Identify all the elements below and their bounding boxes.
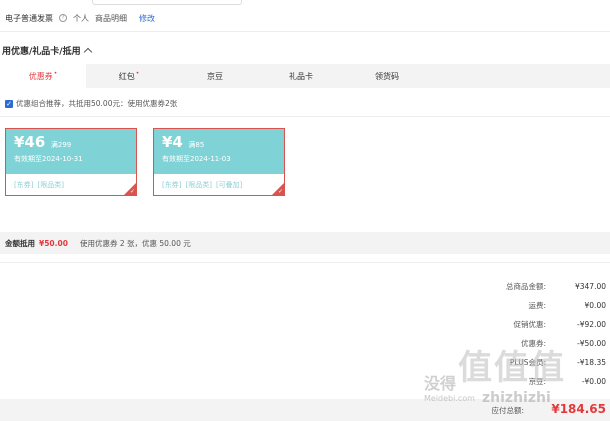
discount-label: 金额抵用 xyxy=(5,238,35,248)
discount-summary-bar: 金额抵用 ¥50.00 使用优惠券 2 张，优惠 50.00 元 xyxy=(0,232,610,254)
summary-value: -¥92.00 xyxy=(577,320,606,329)
coupon-tag: [东券] xyxy=(14,181,34,189)
invoice-type-label: 电子普通发票 xyxy=(5,13,53,23)
summary-value: -¥0.00 xyxy=(581,377,606,386)
chevron-up-icon[interactable] xyxy=(83,47,92,57)
discount-section-title: 用优惠/礼品卡/抵用 xyxy=(2,47,81,57)
summary-row: 总商品金额: ¥347.00 xyxy=(406,277,606,296)
invoice-detail: 商品明细 xyxy=(95,13,127,23)
combo-text: 优惠组合推荐，共抵用50.00元：使用优惠券2张 xyxy=(16,99,178,108)
coupon-tags: [东券] [限品类] [可叠加] xyxy=(154,174,284,196)
discount-section-header[interactable]: 用优惠/礼品卡/抵用 xyxy=(2,44,92,57)
coupon-amount: ¥4 xyxy=(162,133,183,151)
check-icon: ✓ xyxy=(129,188,135,195)
invoice-row: 电子普通发票 ? 个人 商品明细 修改 xyxy=(5,12,155,24)
coupon-tag: [限品类] xyxy=(37,181,64,189)
summary-key: 运费: xyxy=(528,301,546,310)
summary-row: 促销优惠: -¥92.00 xyxy=(406,315,606,334)
tab-label: 领货码 xyxy=(375,71,399,81)
discount-desc: 使用优惠券 2 张，优惠 50.00 元 xyxy=(79,238,191,248)
coupon-tag: [东券] xyxy=(162,181,182,189)
divider xyxy=(0,31,610,32)
invoice-personal: 个人 xyxy=(73,13,89,23)
divider xyxy=(0,262,610,263)
tab-label: 京豆 xyxy=(207,71,223,81)
tab-label: 红包 xyxy=(118,71,135,81)
tab-pickup-code[interactable]: 领货码 xyxy=(344,64,430,88)
check-icon: ✓ xyxy=(277,188,283,195)
discount-amount: ¥50.00 xyxy=(39,238,68,248)
coupon-condition: 满299 xyxy=(50,141,72,149)
summary-value: ¥0.00 xyxy=(584,301,606,310)
coupon-card[interactable]: ¥4 满85 有效期至2024-11-03 [东券] [限品类] [可叠加] ✓ xyxy=(153,128,285,196)
tab-label: 优惠券 xyxy=(28,71,53,81)
coupon-validity: 有效期至2024-10-31 xyxy=(14,155,83,163)
summary-key: 优惠券: xyxy=(520,339,546,348)
coupon-condition: 满85 xyxy=(188,141,205,149)
total-value: ¥184.65 xyxy=(551,402,606,416)
summary-key: 促销优惠: xyxy=(513,320,546,329)
tab-giftcard[interactable]: 礼品卡 xyxy=(258,64,344,88)
summary-row: 京豆: -¥0.00 xyxy=(406,372,606,391)
tab-label: 礼品卡 xyxy=(289,71,313,81)
tab-coupons[interactable]: 优惠券 • xyxy=(0,64,86,88)
summary-value: ¥347.00 xyxy=(574,282,606,291)
coupon-tags: [东券] [限品类] xyxy=(6,174,136,196)
summary-row: 运费: ¥0.00 xyxy=(406,296,606,315)
coupon-head: ¥4 满85 有效期至2024-11-03 xyxy=(154,129,284,174)
order-summary: 总商品金额: ¥347.00 运费: ¥0.00 促销优惠: -¥92.00 优… xyxy=(406,277,606,391)
total-bar: 应付总额: ¥184.65 xyxy=(0,399,610,421)
invoice-edit-link[interactable]: 修改 xyxy=(139,13,155,24)
new-dot-icon: • xyxy=(135,69,140,77)
discount-tabs: 优惠券 • 红包 • 京豆 礼品卡 领货码 xyxy=(0,64,610,88)
summary-row: 优惠券: -¥50.00 xyxy=(406,334,606,353)
tab-jingdou[interactable]: 京豆 xyxy=(172,64,258,88)
tab-redpacket[interactable]: 红包 • xyxy=(86,64,172,88)
coupon-head: ¥46 满299 有效期至2024-10-31 xyxy=(6,129,136,174)
divider xyxy=(0,116,610,117)
coupon-validity: 有效期至2024-11-03 xyxy=(162,155,231,163)
summary-row: PLUS会员: -¥18.35 xyxy=(406,353,606,372)
address-input-fragment[interactable] xyxy=(92,0,242,5)
combo-recommendation: ✓ 优惠组合推荐，共抵用50.00元：使用优惠券2张 xyxy=(5,98,177,109)
total-label: 应付总额: xyxy=(491,406,524,415)
combo-checkbox[interactable]: ✓ xyxy=(5,99,13,108)
help-icon[interactable]: ? xyxy=(59,14,67,22)
summary-key: 总商品金额: xyxy=(505,282,546,291)
summary-value: -¥50.00 xyxy=(577,339,606,348)
coupon-card[interactable]: ¥46 满299 有效期至2024-10-31 [东券] [限品类] ✓ xyxy=(5,128,137,196)
invoice-strip: 电子普通发票 ? 个人 商品明细 修改 xyxy=(0,0,610,30)
summary-key: 京豆: xyxy=(528,377,546,386)
summary-value: -¥18.35 xyxy=(577,358,606,367)
coupon-tag: [可叠加] xyxy=(215,181,243,189)
coupon-tag: [限品类] xyxy=(185,181,212,189)
new-dot-icon: • xyxy=(53,69,58,77)
summary-key: PLUS会员: xyxy=(509,358,546,367)
coupon-amount: ¥46 xyxy=(14,133,46,151)
